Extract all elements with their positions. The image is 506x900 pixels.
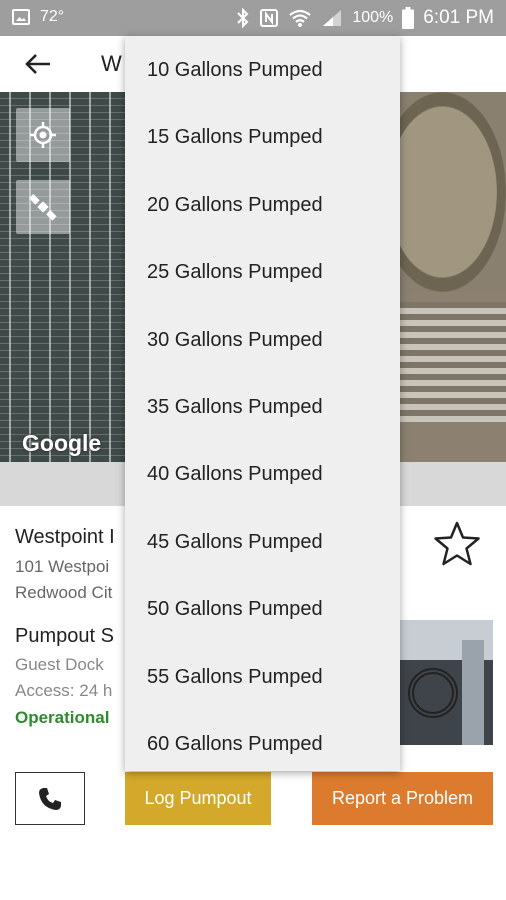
photo-hose-coil <box>408 668 458 718</box>
arrow-back-icon <box>25 54 50 74</box>
battery-icon <box>402 7 415 29</box>
map-land-area <box>400 92 506 462</box>
star-icon <box>434 521 480 566</box>
dropdown-option[interactable]: 15 Gallons Pumped <box>125 104 400 171</box>
photo-pump-post <box>462 640 484 745</box>
status-bar: 72° 100% 6:01 PM <box>0 0 506 36</box>
nfc-icon <box>260 9 279 27</box>
address-line-2: Redwood Cit <box>15 583 113 602</box>
google-logo: Google <box>22 430 102 456</box>
status-bar-left: 72° <box>12 8 64 26</box>
signal-icon <box>323 10 342 26</box>
wifi-icon <box>289 9 311 27</box>
dropdown-option[interactable]: 35 Gallons Pumped <box>125 374 400 441</box>
dropdown-option[interactable]: 50 Gallons Pumped <box>125 576 400 643</box>
battery-percent: 100% <box>352 9 394 26</box>
dropdown-option[interactable]: 45 Gallons Pumped <box>125 509 400 576</box>
address-line-1: 101 Westpoi <box>15 557 110 576</box>
dropdown-option[interactable]: 55 Gallons Pumped <box>125 644 400 711</box>
status-badge: Operational <box>15 708 110 727</box>
my-location-button[interactable] <box>16 108 70 162</box>
bluetooth-icon <box>237 8 249 28</box>
report-problem-button[interactable]: Report a Problem <box>312 772 493 825</box>
temperature-text: 72° <box>40 8 65 25</box>
phone-icon <box>39 787 61 810</box>
dropdown-option[interactable]: 30 Gallons Pumped <box>125 307 400 374</box>
crosshair-icon <box>30 122 56 148</box>
dropdown-option[interactable]: 40 Gallons Pumped <box>125 441 400 508</box>
favorite-button[interactable] <box>433 520 481 568</box>
page-title: W <box>101 51 122 76</box>
map-dirt-area <box>400 92 506 292</box>
pumpout-photo[interactable] <box>400 620 493 745</box>
satellite-toggle-button[interactable] <box>16 180 70 234</box>
call-button[interactable] <box>15 772 85 825</box>
access-hours: Access: 24 h <box>15 681 113 700</box>
gallons-dropdown-menu: 10 Gallons Pumped 15 Gallons Pumped 20 Gal… <box>125 36 400 771</box>
dropdown-option[interactable]: 20 Gallons Pumped <box>125 172 400 239</box>
image-notification-icon <box>12 9 30 25</box>
back-button[interactable] <box>22 50 54 78</box>
map-parking-lot <box>400 302 506 422</box>
dropdown-option[interactable]: 25 Gallons Pumped <box>125 239 400 306</box>
dropdown-option[interactable]: 60 Gallons Pumped <box>125 711 400 771</box>
log-pumpout-button[interactable]: Log Pumpout <box>125 772 271 825</box>
pumpout-location: Guest Dock <box>15 655 104 674</box>
pumpout-station-title: Pumpout S <box>15 625 114 647</box>
marina-name: Westpoint I <box>15 526 115 548</box>
clock: 6:01 PM <box>423 7 494 28</box>
status-bar-right: 100% 6:01 PM <box>236 7 494 29</box>
satellite-icon <box>29 194 57 221</box>
dropdown-option[interactable]: 10 Gallons Pumped <box>125 37 400 104</box>
